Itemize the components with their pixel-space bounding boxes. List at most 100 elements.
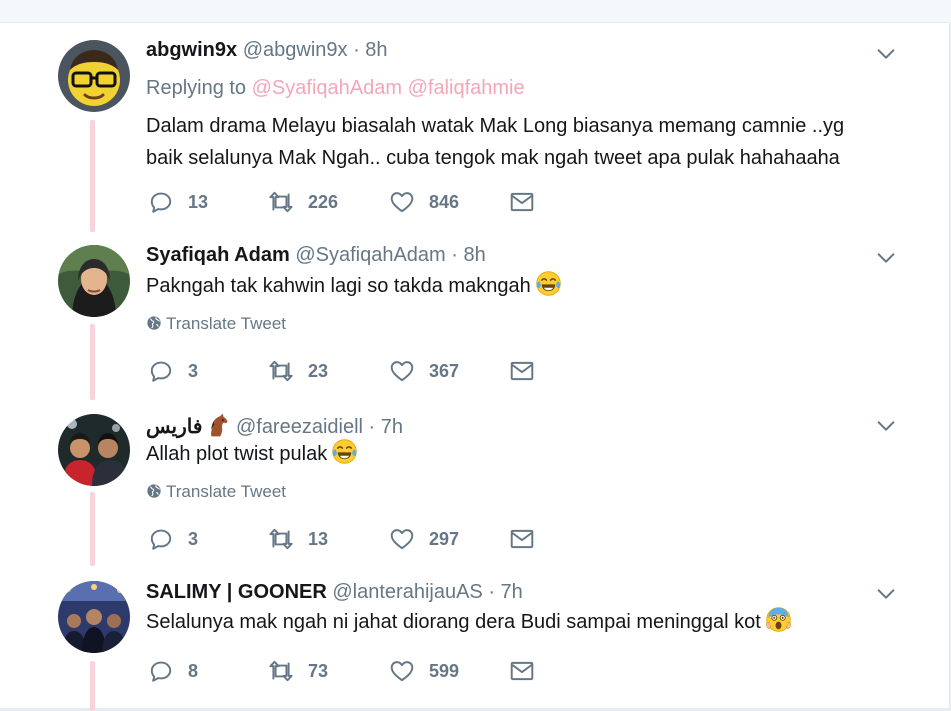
tweet-header: فاريس @fareezaidiell · 7h	[146, 412, 403, 439]
like-button[interactable]: 599	[389, 657, 459, 685]
reply-button[interactable]: 3	[148, 525, 198, 553]
chevron-down-icon[interactable]	[875, 415, 897, 437]
translate-label: Translate Tweet	[166, 314, 287, 333]
like-count: 846	[429, 191, 460, 212]
tweet[interactable]: فاريس @fareezaidiell · 7h Allah plot twi…	[0, 400, 949, 568]
translate-label: Translate Tweet	[166, 482, 287, 501]
handle[interactable]: @SyafiqahAdam	[295, 244, 445, 266]
retweet-button[interactable]: 73	[268, 657, 328, 685]
reply-count: 13	[188, 191, 209, 212]
face-screaming-in-fear-icon	[765, 606, 792, 633]
timestamp[interactable]: · 8h	[451, 244, 485, 266]
handle[interactable]: @fareezaidiell	[236, 416, 363, 438]
retweet-count: 73	[308, 660, 329, 681]
translate-tweet-link[interactable]: Translate Tweet	[146, 482, 286, 502]
face-with-tears-of-joy-icon	[331, 438, 358, 465]
globe-icon	[146, 315, 162, 331]
chevron-down-icon[interactable]	[875, 583, 897, 605]
mail-icon	[509, 189, 535, 215]
reply-count: 8	[188, 660, 199, 681]
chevron-down-icon[interactable]	[875, 247, 897, 269]
timestamp[interactable]: · 7h	[488, 581, 522, 603]
mention-link[interactable]: @faliqfahmie	[408, 77, 525, 99]
horse-face-icon	[204, 412, 230, 438]
display-name[interactable]: Syafiqah Adam	[146, 244, 290, 266]
avatar[interactable]	[58, 581, 130, 653]
tweet[interactable]: abgwin9x @abgwin9x · 8h Replying to @Sya…	[0, 0, 949, 230]
retweet-icon	[268, 526, 294, 552]
retweet-count: 226	[308, 191, 339, 212]
reply-icon	[148, 189, 174, 215]
like-count: 367	[429, 360, 460, 381]
tweet[interactable]: SALIMY | GOONER @lanterahijauAS · 7h Sel…	[0, 568, 949, 711]
face-with-tears-of-joy-icon	[535, 270, 562, 297]
timestamp[interactable]: · 7h	[369, 416, 403, 438]
reply-icon	[148, 658, 174, 684]
tweet-actions: 8 73 599	[146, 657, 546, 685]
tweet-text-line: Selalunya mak ngah ni jahat diorang dera…	[146, 611, 761, 633]
tweet-header: Syafiqah Adam @SyafiqahAdam · 8h	[146, 243, 486, 267]
tweet[interactable]: Syafiqah Adam @SyafiqahAdam · 8h Pakngah…	[0, 230, 949, 400]
timestamp[interactable]: · 8h	[353, 39, 387, 61]
avatar[interactable]	[58, 245, 130, 317]
tweet-text: Pakngah tak kahwin lagi so takda makngah	[146, 270, 886, 302]
globe-icon	[146, 483, 162, 499]
avatar[interactable]	[58, 414, 130, 486]
tweet-text: Allah plot twist pulak	[146, 438, 886, 470]
display-name[interactable]: SALIMY | GOONER	[146, 581, 327, 603]
retweet-button[interactable]: 13	[268, 525, 328, 553]
display-name[interactable]: abgwin9x	[146, 39, 237, 61]
mention-link[interactable]: @SyafiqahAdam	[252, 77, 402, 99]
chevron-down-icon[interactable]	[875, 43, 897, 65]
translate-tweet-link[interactable]: Translate Tweet	[146, 314, 286, 334]
tweet-text: Selalunya mak ngah ni jahat diorang dera…	[146, 606, 886, 638]
heart-icon	[389, 358, 415, 384]
mail-icon	[509, 358, 535, 384]
tweet-header: abgwin9x @abgwin9x · 8h	[146, 38, 388, 62]
tweet-header: SALIMY | GOONER @lanterahijauAS · 7h	[146, 580, 523, 604]
tweet-text-line: Dalam drama Melayu biasalah watak Mak Lo…	[146, 115, 845, 137]
woman-hijab-photo-avatar-icon	[58, 245, 130, 317]
reply-button[interactable]: 3	[148, 357, 198, 385]
tweet-text-line: Allah plot twist pulak	[146, 443, 328, 465]
retweet-count: 23	[308, 360, 329, 381]
handle[interactable]: @abgwin9x	[243, 39, 348, 61]
like-count: 297	[429, 528, 460, 549]
group-photo-avatar-icon	[58, 581, 130, 653]
two-men-photo-avatar-icon	[58, 414, 130, 486]
memoji-glasses-avatar-icon	[58, 40, 130, 112]
like-button[interactable]: 297	[389, 525, 459, 553]
mail-icon	[509, 658, 535, 684]
tweet-actions: 3 13 297	[146, 525, 546, 553]
avatar[interactable]	[58, 40, 130, 112]
reply-count: 3	[188, 528, 199, 549]
handle[interactable]: @lanterahijauAS	[332, 581, 482, 603]
like-button[interactable]: 846	[389, 188, 459, 216]
display-name[interactable]: فاريس	[146, 416, 202, 438]
reply-icon	[148, 358, 174, 384]
retweet-button[interactable]: 226	[268, 188, 338, 216]
replying-to: Replying to @SyafiqahAdam @faliqfahmie	[146, 76, 525, 100]
heart-icon	[389, 189, 415, 215]
retweet-icon	[268, 189, 294, 215]
like-count: 599	[429, 660, 460, 681]
direct-message-button[interactable]	[509, 525, 535, 553]
replying-prefix: Replying to	[146, 77, 247, 99]
tweet-text: Dalam drama Melayu biasalah watak Mak Lo…	[146, 110, 886, 174]
direct-message-button[interactable]	[509, 357, 535, 385]
heart-icon	[389, 526, 415, 552]
retweet-count: 13	[308, 528, 329, 549]
reply-button[interactable]: 8	[148, 657, 198, 685]
retweet-icon	[268, 658, 294, 684]
mail-icon	[509, 526, 535, 552]
reply-count: 3	[188, 360, 199, 381]
tweet-actions: 3 23 367	[146, 357, 546, 385]
heart-icon	[389, 658, 415, 684]
direct-message-button[interactable]	[509, 188, 535, 216]
like-button[interactable]: 367	[389, 357, 459, 385]
retweet-button[interactable]: 23	[268, 357, 328, 385]
direct-message-button[interactable]	[509, 657, 535, 685]
reply-button[interactable]: 13	[148, 188, 208, 216]
tweet-text-line: Pakngah tak kahwin lagi so takda makngah	[146, 275, 531, 297]
tweet-actions: 13 226 846	[146, 188, 546, 216]
